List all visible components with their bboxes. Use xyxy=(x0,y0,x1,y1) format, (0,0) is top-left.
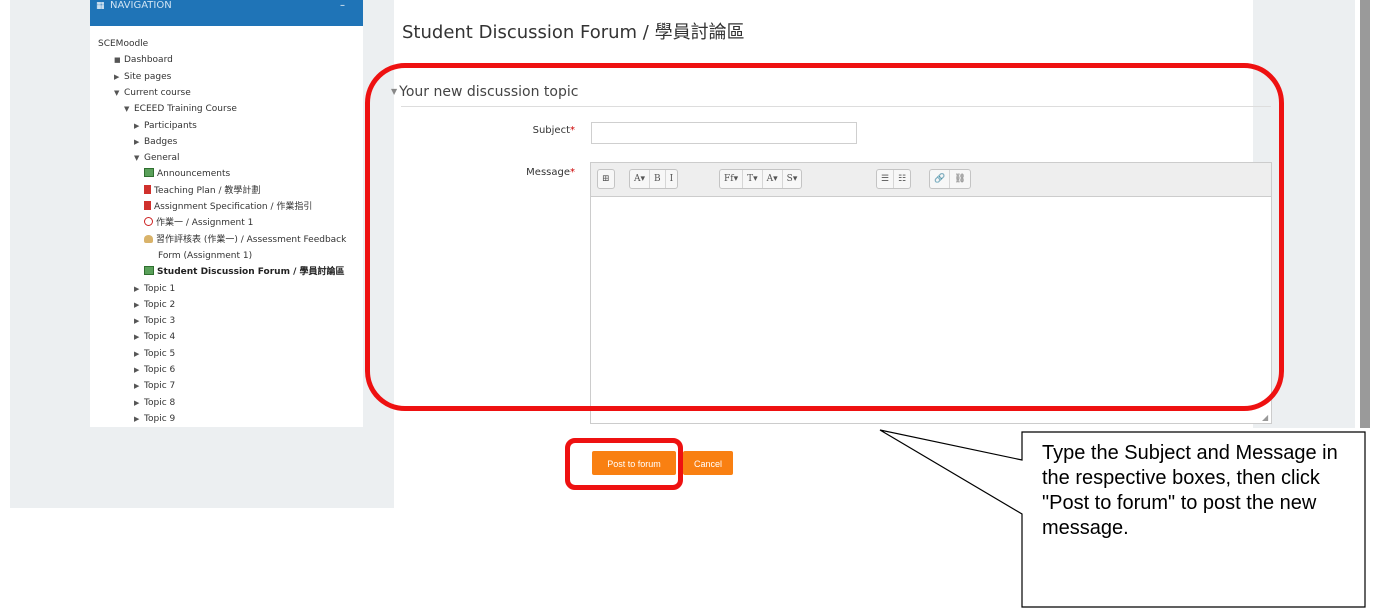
chevron-right-icon: ▶ xyxy=(134,138,140,146)
nav-item[interactable]: Assignment Specification / 作業指引 xyxy=(144,200,312,214)
pdf-icon xyxy=(144,185,151,194)
nav-item[interactable]: ▶ Topic 5 xyxy=(134,347,175,361)
nav-item-label: 習作評核表 (作業一) / Assessment Feedback xyxy=(156,235,347,245)
nav-item[interactable]: ▶ Topic 1 xyxy=(134,282,175,296)
assignment-icon xyxy=(144,217,153,226)
chevron-right-icon: ▶ xyxy=(134,350,140,358)
chevron-right-icon: ▶ xyxy=(134,333,140,341)
callout-text: Type the Subject and Message in the resp… xyxy=(1042,442,1338,539)
nav-item-label: Announcements xyxy=(157,169,231,179)
nav-item-label: Current course xyxy=(124,88,191,98)
nav-item[interactable]: ▶ Site pages xyxy=(114,70,171,84)
nav-item[interactable]: SCEMoodle xyxy=(98,37,148,51)
nav-item[interactable]: ▶ Badges xyxy=(134,135,177,149)
chevron-down-icon: ▼ xyxy=(114,89,120,97)
nav-item-label: General xyxy=(144,153,180,163)
nav-item-label: SCEMoodle xyxy=(98,39,149,49)
nav-item[interactable]: Teaching Plan / 教學計劃 xyxy=(144,184,260,198)
nav-item[interactable]: ▼ ECEED Training Course xyxy=(124,102,237,116)
chevron-down-icon: ▼ xyxy=(134,154,140,162)
forum-icon xyxy=(144,266,154,275)
nav-item-label: ECEED Training Course xyxy=(134,104,237,114)
nav-item-label: Topic 5 xyxy=(144,349,176,359)
chevron-down-icon: ▼ xyxy=(124,105,130,113)
nav-item-label: Topic 4 xyxy=(144,332,176,342)
nav-item-label: Dashboard xyxy=(124,55,173,65)
nav-item-label: Topic 9 xyxy=(144,414,176,424)
nav-item-label: Teaching Plan / 教學計劃 xyxy=(154,186,261,196)
navigation-collapse-icon[interactable]: – xyxy=(340,0,345,12)
nav-item[interactable]: Announcements xyxy=(144,167,230,181)
chevron-right-icon: ▶ xyxy=(134,285,140,293)
nav-item-label: Topic 3 xyxy=(144,316,176,326)
nav-item-label: Badges xyxy=(144,137,178,147)
chevron-right-icon: ▶ xyxy=(134,366,140,374)
nav-item-label: 作業一 / Assignment 1 xyxy=(156,218,254,228)
nav-item[interactable]: ▶ Topic 9 xyxy=(134,412,175,426)
nav-item-label: Form (Assignment 1) xyxy=(158,251,253,261)
chevron-right-icon: ▶ xyxy=(134,399,140,407)
nav-item[interactable]: ▼ General xyxy=(134,151,179,165)
page-title: Student Discussion Forum / 學員討論區 xyxy=(402,22,745,43)
chevron-right-icon: ▶ xyxy=(134,122,140,130)
pdf-icon xyxy=(144,201,151,210)
navigation-menu-icon: ▦ xyxy=(96,1,105,11)
nav-item-label: Site pages xyxy=(124,72,172,82)
nav-item-label: Topic 2 xyxy=(144,300,176,310)
chevron-right-icon: ▶ xyxy=(114,73,120,81)
nav-item[interactable]: Student Discussion Forum / 學員討論區 xyxy=(144,265,345,279)
scrollbar[interactable] xyxy=(1360,0,1370,428)
nav-item[interactable]: ▶ Participants xyxy=(134,119,197,133)
nav-item[interactable]: Form (Assignment 1) xyxy=(158,249,252,263)
nav-item[interactable]: ▶ Topic 2 xyxy=(134,298,175,312)
nav-item[interactable]: ▶ Topic 3 xyxy=(134,314,175,328)
feedback-icon xyxy=(144,235,153,243)
cancel-button[interactable]: Cancel xyxy=(683,451,733,475)
nav-item[interactable]: ▶ Topic 6 xyxy=(134,363,175,377)
chevron-right-icon: ▶ xyxy=(134,415,140,423)
post-button-highlight-outline xyxy=(565,438,683,490)
nav-item-label: Topic 1 xyxy=(144,284,176,294)
nav-item[interactable]: ▼ Current course xyxy=(114,86,191,100)
nav-item-label: Participants xyxy=(144,121,197,131)
nav-item[interactable]: 作業一 / Assignment 1 xyxy=(144,216,253,230)
nav-item-label: Topic 7 xyxy=(144,381,176,391)
form-highlight-outline xyxy=(365,63,1284,411)
chevron-right-icon: ▶ xyxy=(134,317,140,325)
nav-item[interactable]: ▶ Topic 7 xyxy=(134,379,175,393)
chevron-right-icon: ▶ xyxy=(134,301,140,309)
nav-item-label: Assignment Specification / 作業指引 xyxy=(154,202,313,212)
nav-item-label: Topic 6 xyxy=(144,365,176,375)
nav-item[interactable]: ■ Dashboard xyxy=(114,53,173,67)
navigation-title: NAVIGATION xyxy=(110,0,172,11)
forum-icon xyxy=(144,168,154,177)
bullet-icon: ■ xyxy=(114,56,121,64)
nav-item[interactable]: ▶ Topic 8 xyxy=(134,396,175,410)
nav-item-label: Topic 8 xyxy=(144,398,176,408)
nav-item[interactable]: ▶ Topic 4 xyxy=(134,330,175,344)
nav-item-label: Student Discussion Forum / 學員討論區 xyxy=(157,267,345,277)
nav-item[interactable]: 習作評核表 (作業一) / Assessment Feedback xyxy=(144,233,346,247)
chevron-right-icon: ▶ xyxy=(134,382,140,390)
